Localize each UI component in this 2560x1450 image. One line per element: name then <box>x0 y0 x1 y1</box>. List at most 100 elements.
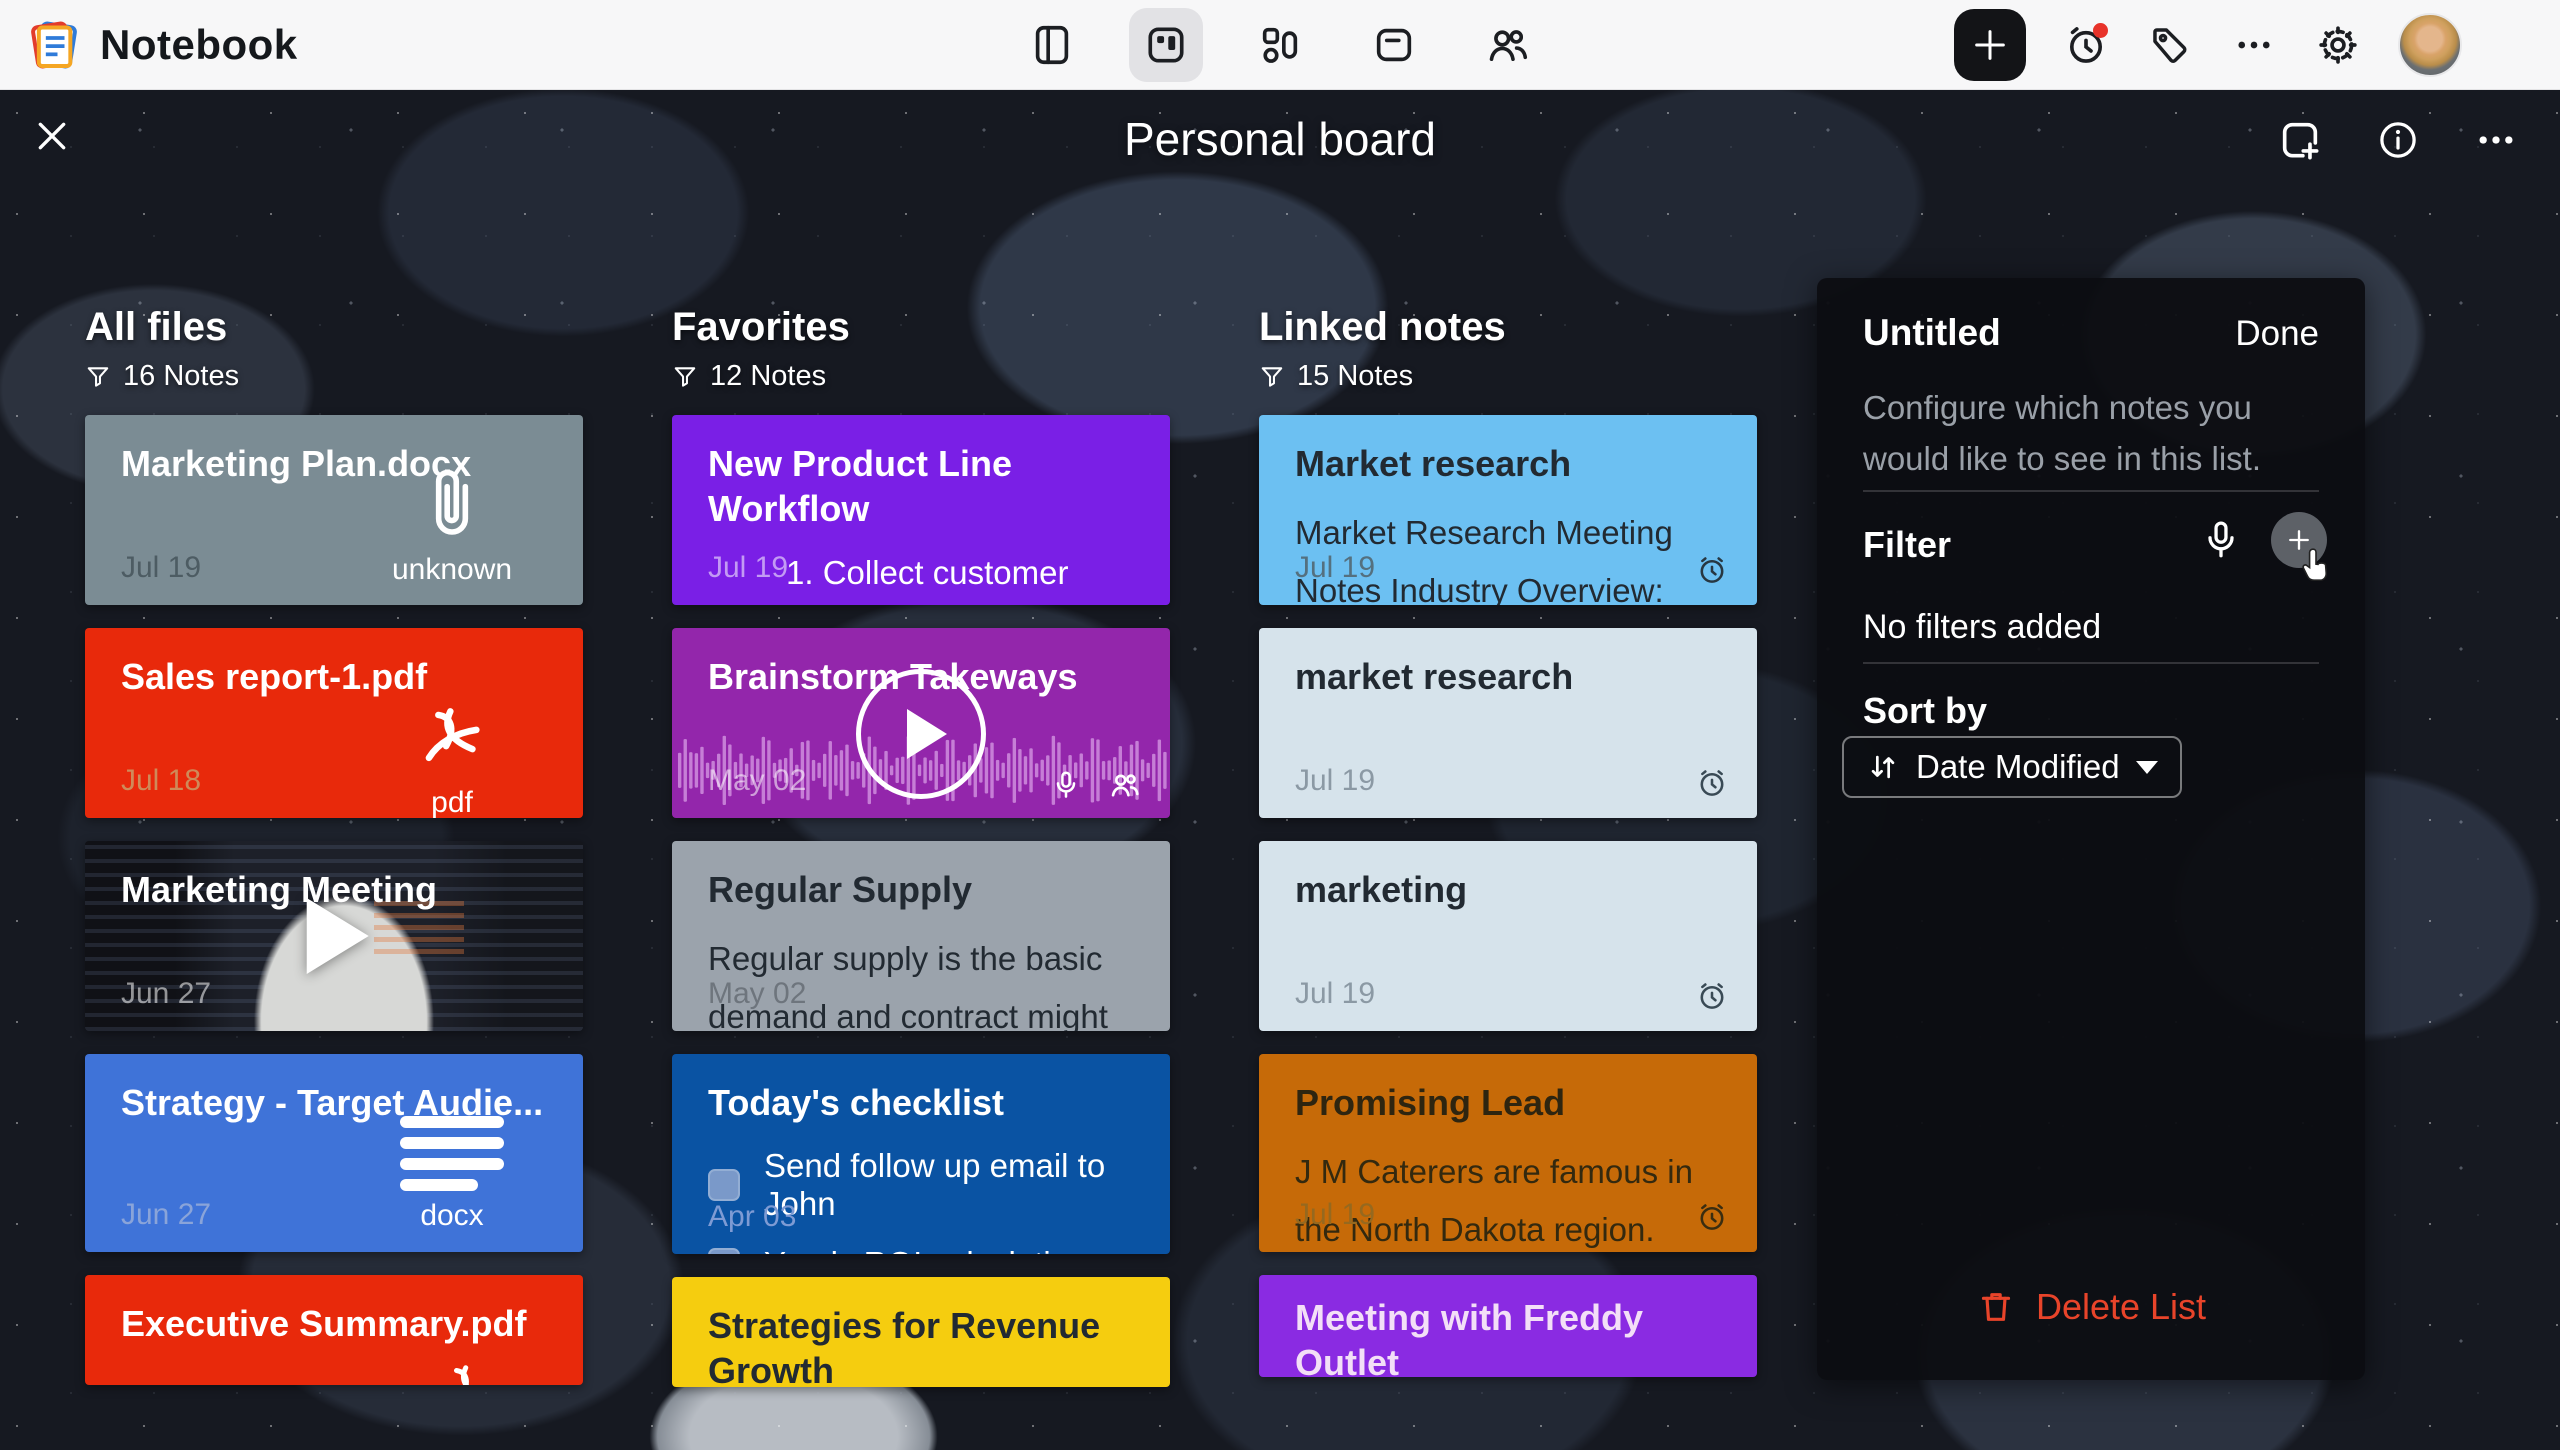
filter-funnel-icon <box>85 364 111 390</box>
note-card-audio[interactable]: Brainstorm Takeways May 02 <box>672 628 1170 818</box>
filter-funnel-icon <box>672 364 698 390</box>
done-button[interactable]: Done <box>2235 314 2319 354</box>
reminder-clock-icon <box>1695 1200 1729 1234</box>
docx-icon <box>400 1116 504 1191</box>
file-type-label: docx <box>420 1199 483 1233</box>
notebook-logo-icon <box>26 17 82 73</box>
sort-dropdown[interactable]: Date Modified <box>1842 736 2182 798</box>
card-list: Market research Market Research Meeting … <box>1259 415 1757 1377</box>
note-card[interactable]: Strategies for Revenue Growth 1. Market … <box>672 1277 1170 1387</box>
file-type-label: unknown <box>392 553 512 587</box>
board-header-actions <box>2276 116 2520 164</box>
tab-board-view[interactable] <box>1129 8 1203 82</box>
info-icon <box>2375 117 2421 163</box>
pdf-icon <box>437 1359 497 1385</box>
no-filters-text: No filters added <box>1863 608 2101 647</box>
card-list: Marketing Plan.docx unknown Jul 19 Sales… <box>85 415 583 1385</box>
column-title: Favorites <box>672 305 1170 350</box>
sort-arrows-icon <box>1866 750 1900 784</box>
note-card-video[interactable]: Marketing Meeting Jun 27 <box>85 841 583 1031</box>
tab-notebook[interactable] <box>1015 8 1089 82</box>
note-card[interactable]: marketing Jul 19 <box>1259 841 1757 1031</box>
mic-icon <box>2199 518 2243 562</box>
note-card[interactable]: market research Jul 19 <box>1259 628 1757 818</box>
settings-gear-icon <box>2315 22 2361 68</box>
add-list-icon <box>2277 117 2323 163</box>
card-list: New Product Line Workflow 1. Collect cus… <box>672 415 1170 1387</box>
app-title: Notebook <box>100 21 298 69</box>
sort-by-label: Sort by <box>1863 690 1987 732</box>
pdf-icon <box>413 700 491 778</box>
tag-icon <box>2148 23 2192 67</box>
view-tabs <box>1015 0 1545 90</box>
column-favorites: Favorites 12 Notes New Product Line Work… <box>672 305 1170 1410</box>
chevron-down-icon <box>2136 761 2158 774</box>
column-all-files: All files 16 Notes Marketing Plan.docx u… <box>85 305 583 1408</box>
tab-notes[interactable] <box>1357 8 1431 82</box>
note-card[interactable]: Meeting with Freddy Outlet <box>1259 1275 1757 1377</box>
notification-dot <box>2093 23 2108 38</box>
paperclip-icon <box>420 463 484 545</box>
reminders-button[interactable] <box>2062 21 2110 69</box>
board-background: Personal board All files <box>0 90 2560 1450</box>
checkbox[interactable] <box>708 1169 740 1201</box>
panel-description: Configure which notes you would like to … <box>1863 382 2319 484</box>
note-card[interactable]: Executive Summary.pdf <box>85 1275 583 1385</box>
add-note-button[interactable] <box>1954 9 2026 81</box>
hand-cursor <box>2299 546 2335 586</box>
column-title: All files <box>85 305 583 350</box>
note-card[interactable]: Promising Lead J M Caterers are famous i… <box>1259 1054 1757 1252</box>
note-card[interactable]: New Product Line Workflow 1. Collect cus… <box>672 415 1170 605</box>
more-options-button[interactable] <box>2230 21 2278 69</box>
more-dots-icon <box>2474 118 2518 162</box>
collaborators-icon <box>1108 768 1142 802</box>
settings-button[interactable] <box>2314 21 2362 69</box>
divider <box>1863 662 2319 664</box>
user-avatar[interactable] <box>2398 13 2462 77</box>
notebook-icon <box>1029 22 1075 68</box>
column-count: 16 Notes <box>85 360 583 393</box>
delete-list-label: Delete List <box>2036 1286 2206 1328</box>
mic-icon <box>1050 769 1082 801</box>
column-title: Linked notes <box>1259 305 1757 350</box>
note-card[interactable]: Regular Supply Regular supply is the bas… <box>672 841 1170 1031</box>
reminder-clock-icon <box>1695 979 1729 1013</box>
file-type-label: pdf <box>431 786 473 818</box>
reminder-clock-icon <box>1695 766 1729 800</box>
board-title: Personal board <box>0 112 2560 166</box>
add-list-button[interactable] <box>2276 116 2324 164</box>
list-config-panel: Untitled Done Configure which notes you … <box>1817 278 2365 1380</box>
divider <box>1863 490 2319 492</box>
list-name[interactable]: Untitled <box>1863 312 2001 354</box>
note-card[interactable]: Marketing Plan.docx unknown Jul 19 <box>85 415 583 605</box>
note-card[interactable]: Market research Market Research Meeting … <box>1259 415 1757 605</box>
note-card-checklist[interactable]: Today's checklist Send follow up email t… <box>672 1054 1170 1254</box>
plus-icon <box>1970 25 2010 65</box>
tab-widgets[interactable] <box>1243 8 1317 82</box>
tab-shared[interactable] <box>1471 8 1545 82</box>
checkbox[interactable] <box>708 1248 740 1254</box>
note-card[interactable]: Strategy - Target Audie... docx Jun 27 <box>85 1054 583 1252</box>
more-dots-icon <box>2233 24 2275 66</box>
filter-label: Filter <box>1863 524 1951 566</box>
topbar-actions <box>1954 0 2560 90</box>
app-brand: Notebook <box>0 17 298 73</box>
delete-list-button[interactable]: Delete List <box>1817 1286 2365 1328</box>
note-card[interactable]: Sales report-1.pdf pdf Jul 18 <box>85 628 583 818</box>
top-bar: Notebook <box>0 0 2560 90</box>
filter-funnel-icon <box>1259 364 1285 390</box>
shared-users-icon <box>1485 22 1531 68</box>
column-count: 15 Notes <box>1259 360 1757 393</box>
board-info-button[interactable] <box>2374 116 2422 164</box>
tags-button[interactable] <box>2146 21 2194 69</box>
voice-filter-button[interactable] <box>2199 518 2243 562</box>
column-count: 12 Notes <box>672 360 1170 393</box>
kanban-board-icon <box>1143 22 1189 68</box>
checklist-item: Yearly ROI calculation <box>708 1245 1134 1254</box>
reminder-clock-icon <box>1695 553 1729 587</box>
trash-icon <box>1976 1287 2016 1327</box>
board-more-button[interactable] <box>2472 116 2520 164</box>
column-linked-notes: Linked notes 15 Notes Market research Ma… <box>1259 305 1757 1400</box>
widgets-icon <box>1257 22 1303 68</box>
note-card-icon <box>1371 22 1417 68</box>
